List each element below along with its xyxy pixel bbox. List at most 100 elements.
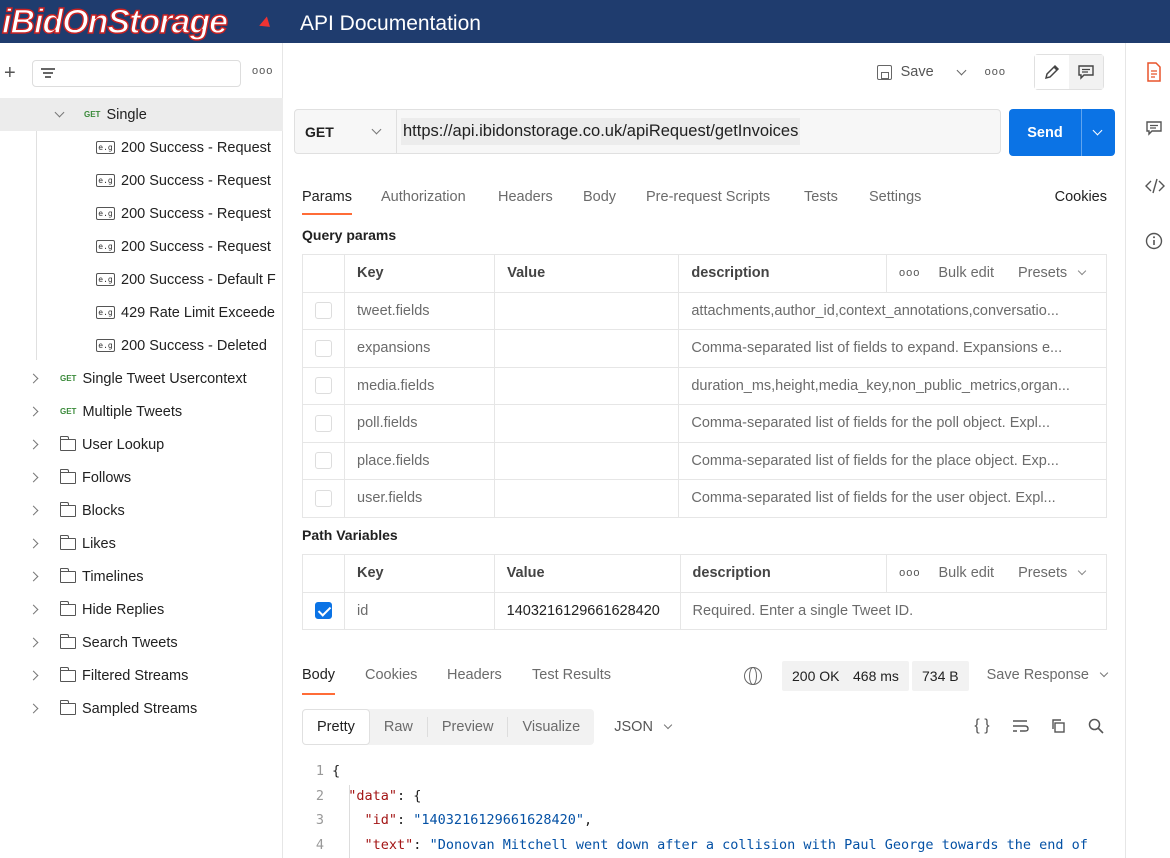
param-value[interactable] [494, 329, 680, 368]
bulk-edit-button[interactable]: Bulk edit [938, 565, 994, 581]
param-value[interactable] [494, 441, 680, 480]
save-button[interactable]: Save [876, 64, 934, 80]
filter-icon[interactable] [41, 68, 55, 78]
chevron-right-icon[interactable] [28, 604, 39, 615]
status-badge[interactable]: 200 OK [782, 661, 850, 691]
chevron-right-icon[interactable] [28, 373, 39, 384]
param-key[interactable]: poll.fields [343, 404, 496, 443]
view-pretty[interactable]: Pretty [302, 709, 370, 745]
param-description[interactable]: Comma-separated list of fields for the u… [678, 479, 1107, 518]
chevron-right-icon[interactable] [28, 670, 39, 681]
method-select[interactable]: GET [295, 110, 397, 153]
tree-item[interactable]: e.g 200 Success - Request [0, 230, 283, 263]
copy-icon[interactable] [1048, 716, 1068, 736]
more-options-icon[interactable]: ooo [899, 567, 920, 579]
row-checkbox[interactable] [315, 452, 332, 470]
tree-item[interactable]: Likes [0, 527, 283, 560]
param-value[interactable] [494, 291, 680, 330]
tree-item[interactable]: GET Single [0, 98, 283, 131]
view-preview[interactable]: Preview [428, 709, 508, 745]
param-description[interactable]: Comma-separated list of fields for the p… [678, 441, 1107, 480]
tree-item[interactable]: e.g 200 Success - Request [0, 197, 283, 230]
info-icon[interactable] [1145, 232, 1163, 252]
param-key[interactable]: tweet.fields [343, 291, 496, 330]
view-raw[interactable]: Raw [370, 709, 427, 745]
tree-item[interactable]: Filtered Streams [0, 659, 283, 692]
view-visualize[interactable]: Visualize [508, 709, 594, 745]
chevron-down-icon[interactable] [54, 107, 65, 118]
param-value[interactable]: 1403216129661628420 [493, 591, 681, 630]
tab-params[interactable]: Params [302, 189, 352, 215]
param-value[interactable] [494, 479, 680, 518]
save-response-button[interactable]: Save Response [987, 667, 1109, 683]
param-description[interactable]: Comma-separated list of fields to expand… [678, 329, 1107, 368]
send-dropdown-icon[interactable] [1092, 125, 1103, 136]
tree-item[interactable]: e.g 200 Success - Request [0, 164, 283, 197]
chevron-right-icon[interactable] [28, 472, 39, 483]
cookies-link[interactable]: Cookies [1055, 189, 1107, 205]
more-options-icon[interactable]: ooo [899, 267, 920, 279]
tree-item[interactable]: Hide Replies [0, 593, 283, 626]
tree-item[interactable]: e.g 200 Success - Default F [0, 263, 283, 296]
tree-item[interactable]: Blocks [0, 494, 283, 527]
wrap-lines-icon[interactable] [1010, 716, 1030, 736]
add-icon[interactable]: + [4, 63, 16, 83]
row-checkbox[interactable] [315, 302, 332, 320]
tab-headers[interactable]: Headers [447, 667, 502, 683]
code-snippet-icon[interactable] [1145, 177, 1165, 197]
param-key[interactable]: user.fields [343, 479, 496, 518]
row-checkbox[interactable] [315, 602, 332, 620]
tab-test-results[interactable]: Test Results [532, 667, 611, 683]
tree-item[interactable]: e.g 200 Success - Deleted [0, 329, 283, 362]
save-dropdown-icon[interactable] [956, 65, 967, 75]
param-key[interactable]: id [344, 591, 495, 630]
braces-icon[interactable]: { } [972, 716, 992, 736]
param-key[interactable]: expansions [343, 329, 496, 368]
param-description[interactable]: attachments,author_id,context_annotation… [678, 291, 1107, 330]
format-select[interactable]: JSON [614, 719, 673, 735]
tab-authorization[interactable]: Authorization [381, 189, 466, 205]
tree-item[interactable]: GET Single Tweet Usercontext [0, 362, 283, 395]
param-description[interactable]: Comma-separated list of fields for the p… [678, 404, 1107, 443]
chevron-right-icon[interactable] [28, 637, 39, 648]
logo[interactable]: iBidOnStorage [1, 2, 228, 41]
param-key[interactable]: place.fields [343, 441, 496, 480]
edit-mode-button[interactable] [1035, 55, 1069, 89]
documentation-icon[interactable] [1145, 62, 1163, 82]
time-badge[interactable]: 468 ms [843, 661, 909, 691]
tab-body[interactable]: Body [583, 189, 616, 205]
size-badge[interactable]: 734 B [912, 661, 969, 691]
tree-item[interactable]: Timelines [0, 560, 283, 593]
tab-settings[interactable]: Settings [869, 189, 921, 205]
response-body[interactable]: 1{2 "data": {3 "id": "140321612966162842… [302, 759, 1122, 858]
param-description[interactable]: duration_ms,height,media_key,non_public_… [678, 366, 1107, 405]
comments-icon[interactable] [1145, 119, 1163, 139]
chevron-right-icon[interactable] [28, 571, 39, 582]
tab-tests[interactable]: Tests [804, 189, 838, 205]
send-button[interactable]: Send [1009, 109, 1115, 156]
chevron-right-icon[interactable] [28, 703, 39, 714]
tree-item[interactable]: Search Tweets [0, 626, 283, 659]
param-value[interactable] [494, 366, 680, 405]
chevron-right-icon[interactable] [28, 505, 39, 516]
tab-pre-request-scripts[interactable]: Pre-request Scripts [646, 189, 770, 205]
globe-icon[interactable] [744, 667, 762, 685]
chevron-right-icon[interactable] [28, 538, 39, 549]
comment-mode-button[interactable] [1069, 55, 1103, 89]
presets-button[interactable]: Presets [1018, 565, 1087, 581]
row-checkbox[interactable] [315, 414, 332, 432]
tab-body[interactable]: Body [302, 667, 336, 695]
row-checkbox[interactable] [315, 489, 332, 507]
presets-button[interactable]: Presets [1018, 265, 1087, 281]
sidebar-search-input[interactable] [32, 60, 241, 87]
tree-item[interactable]: e.g 200 Success - Request [0, 131, 283, 164]
bulk-edit-button[interactable]: Bulk edit [938, 265, 994, 281]
row-checkbox[interactable] [315, 339, 332, 357]
sidebar-more-icon[interactable]: ooo [252, 65, 273, 77]
search-icon[interactable] [1086, 716, 1106, 736]
param-value[interactable] [494, 404, 680, 443]
tree-item[interactable]: User Lookup [0, 428, 283, 461]
tree-item[interactable]: e.g 429 Rate Limit Exceede [0, 296, 283, 329]
tab-headers[interactable]: Headers [498, 189, 553, 205]
tab-cookies[interactable]: Cookies [365, 667, 417, 683]
